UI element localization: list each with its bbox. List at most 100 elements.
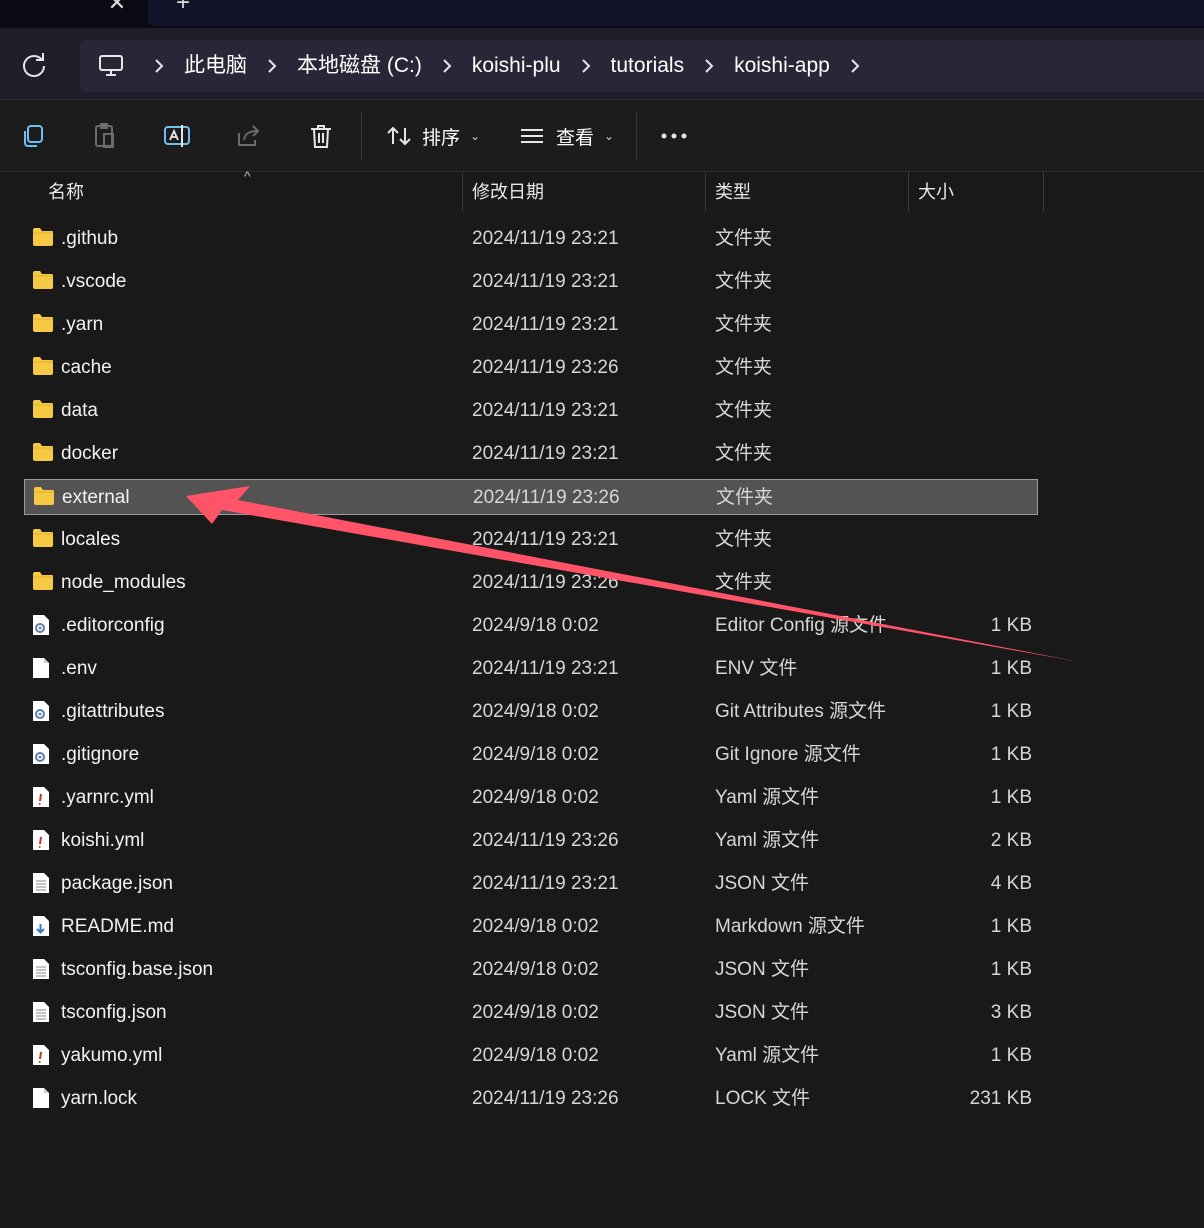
file-name: .env <box>61 658 97 679</box>
file-date: 2024/9/18 0:02 <box>472 916 599 937</box>
file-type: 文件夹 <box>715 529 773 550</box>
active-tab[interactable] <box>148 0 1204 26</box>
chevron-right-icon[interactable] <box>255 40 289 92</box>
file-date: 2024/9/18 0:02 <box>472 615 599 636</box>
file-name: .vscode <box>61 271 127 292</box>
file-type: Editor Config 源文件 <box>715 615 888 636</box>
file-type: Yaml 源文件 <box>715 1045 820 1066</box>
column-header-type[interactable]: 类型 <box>705 172 908 212</box>
file-type: 文件夹 <box>715 357 773 378</box>
file-date: 2024/11/19 23:21 <box>472 443 619 464</box>
breadcrumb-item-koishi-app[interactable]: koishi-app <box>726 40 838 92</box>
file-name: .github <box>61 228 119 249</box>
file-name: yarn.lock <box>61 1088 138 1109</box>
file-size: 1 KB <box>990 1045 1032 1066</box>
chevron-right-icon[interactable] <box>569 40 603 92</box>
share-icon[interactable] <box>231 118 267 154</box>
file-type: 文件夹 <box>715 400 773 421</box>
file-size: 1 KB <box>990 787 1032 808</box>
file-name: .gitignore <box>61 744 140 765</box>
file-row[interactable]: node_modules 2024/11/19 23:26 文件夹 <box>24 565 1038 601</box>
file-type: Git Attributes 源文件 <box>715 701 887 722</box>
file-type: 文件夹 <box>715 572 773 593</box>
file-name: .editorconfig <box>61 615 165 636</box>
folder-icon <box>32 270 54 294</box>
file-type: JSON 文件 <box>715 959 809 980</box>
file-date: 2024/11/19 23:26 <box>472 572 619 593</box>
file-name: locales <box>61 529 121 550</box>
file-row[interactable]: .gitignore 2024/9/18 0:02 Git Ignore 源文件 1 … <box>24 737 1038 773</box>
file-row[interactable]: .gitattributes 2024/9/18 0:02 Git Attribut… <box>24 694 1038 730</box>
copy-icon[interactable] <box>15 118 51 154</box>
column-header-size[interactable]: 大小 <box>908 172 1043 212</box>
config-file-icon <box>32 614 54 638</box>
sort-button[interactable]: 排序 ⌄ <box>386 118 480 154</box>
file-row[interactable]: cache 2024/11/19 23:26 文件夹 <box>24 350 1038 386</box>
file-row[interactable]: yakumo.yml 2024/9/18 0:02 Yaml 源文件 1 KB <box>24 1038 1038 1074</box>
paste-icon[interactable] <box>87 118 123 154</box>
file-date: 2024/9/18 0:02 <box>472 744 599 765</box>
file-row[interactable]: README.md 2024/9/18 0:02 Markdown 源文件 1 KB <box>24 909 1038 945</box>
file-row[interactable]: tsconfig.base.json 2024/9/18 0:02 JSON 文件 1… <box>24 952 1038 988</box>
file-name: data <box>61 400 98 421</box>
file-type: 文件夹 <box>715 228 773 249</box>
breadcrumb-item-tutorials[interactable]: tutorials <box>603 40 693 92</box>
file-row[interactable]: docker 2024/11/19 23:21 文件夹 <box>24 436 1038 472</box>
chevron-down-icon: ⌄ <box>604 129 615 143</box>
blank-file-icon <box>32 657 54 681</box>
yaml-file-icon <box>32 1044 54 1068</box>
folder-icon <box>32 313 54 337</box>
file-row[interactable]: locales 2024/11/19 23:21 文件夹 <box>24 522 1038 558</box>
text-file-icon <box>32 872 54 896</box>
view-label: 查看 <box>556 127 595 149</box>
file-date: 2024/11/19 23:21 <box>472 529 619 550</box>
breadcrumb-item-this-pc[interactable]: 此电脑 <box>176 40 255 92</box>
file-type: JSON 文件 <box>715 1002 809 1023</box>
chevron-right-icon[interactable] <box>142 40 176 92</box>
tab-strip: ✕ + <box>0 0 1204 28</box>
text-file-icon <box>32 1001 54 1025</box>
file-size: 1 KB <box>990 959 1032 980</box>
monitor-icon[interactable] <box>80 40 142 92</box>
view-button[interactable]: 查看 ⌄ <box>520 118 614 154</box>
breadcrumb-item-local-disk[interactable]: 本地磁盘 (C:) <box>289 40 430 92</box>
file-date: 2024/11/19 23:26 <box>473 487 620 508</box>
chevron-right-icon[interactable] <box>838 40 872 92</box>
rename-icon[interactable] <box>159 118 195 154</box>
file-name: .yarn <box>61 314 104 335</box>
file-row[interactable]: tsconfig.json 2024/9/18 0:02 JSON 文件 3 KB <box>24 995 1038 1031</box>
delete-icon[interactable] <box>303 118 339 154</box>
file-row[interactable]: .github 2024/11/19 23:21 文件夹 <box>24 221 1038 257</box>
more-options-icon[interactable] <box>656 118 692 154</box>
file-row[interactable]: .vscode 2024/11/19 23:21 文件夹 <box>24 264 1038 300</box>
file-name: tsconfig.base.json <box>61 959 214 980</box>
column-header-date[interactable]: 修改日期 <box>462 172 705 212</box>
file-row[interactable]: .env 2024/11/19 23:21 ENV 文件 1 KB <box>24 651 1038 687</box>
column-header-name[interactable]: 名称 <box>38 172 462 212</box>
column-divider[interactable] <box>1043 172 1044 212</box>
file-name: .yarnrc.yml <box>61 787 154 808</box>
file-row[interactable]: yarn.lock 2024/11/19 23:26 LOCK 文件 231 KB <box>24 1081 1038 1117</box>
blank-file-icon <box>32 1087 54 1111</box>
chevron-right-icon[interactable] <box>692 40 726 92</box>
file-name: external <box>62 487 130 508</box>
file-row-selected[interactable]: external 2024/11/19 23:26 文件夹 <box>24 479 1038 515</box>
close-tab-icon[interactable]: ✕ <box>104 0 130 16</box>
chevron-right-icon[interactable] <box>430 40 464 92</box>
file-row[interactable]: .yarn 2024/11/19 23:21 文件夹 <box>24 307 1038 343</box>
file-date: 2024/11/19 23:21 <box>472 400 619 421</box>
command-bar: 排序 ⌄ 查看 ⌄ <box>0 100 1204 172</box>
file-row[interactable]: data 2024/11/19 23:21 文件夹 <box>24 393 1038 429</box>
file-row[interactable]: koishi.yml 2024/11/19 23:26 Yaml 源文件 2 KB <box>24 823 1038 859</box>
refresh-icon[interactable] <box>18 50 50 82</box>
file-date: 2024/11/19 23:26 <box>472 357 619 378</box>
breadcrumb-item-koishi-plu[interactable]: koishi-plu <box>464 40 569 92</box>
file-type: ENV 文件 <box>715 658 798 679</box>
folder-icon <box>32 356 54 380</box>
file-row[interactable]: .editorconfig 2024/9/18 0:02 Editor Config… <box>24 608 1038 644</box>
folder-icon <box>32 528 54 552</box>
file-row[interactable]: package.json 2024/11/19 23:21 JSON 文件 4 KB <box>24 866 1038 902</box>
file-row[interactable]: .yarnrc.yml 2024/9/18 0:02 Yaml 源文件 1 KB <box>24 780 1038 816</box>
file-name: .gitattributes <box>61 701 165 722</box>
new-tab-icon[interactable]: + <box>170 0 196 16</box>
